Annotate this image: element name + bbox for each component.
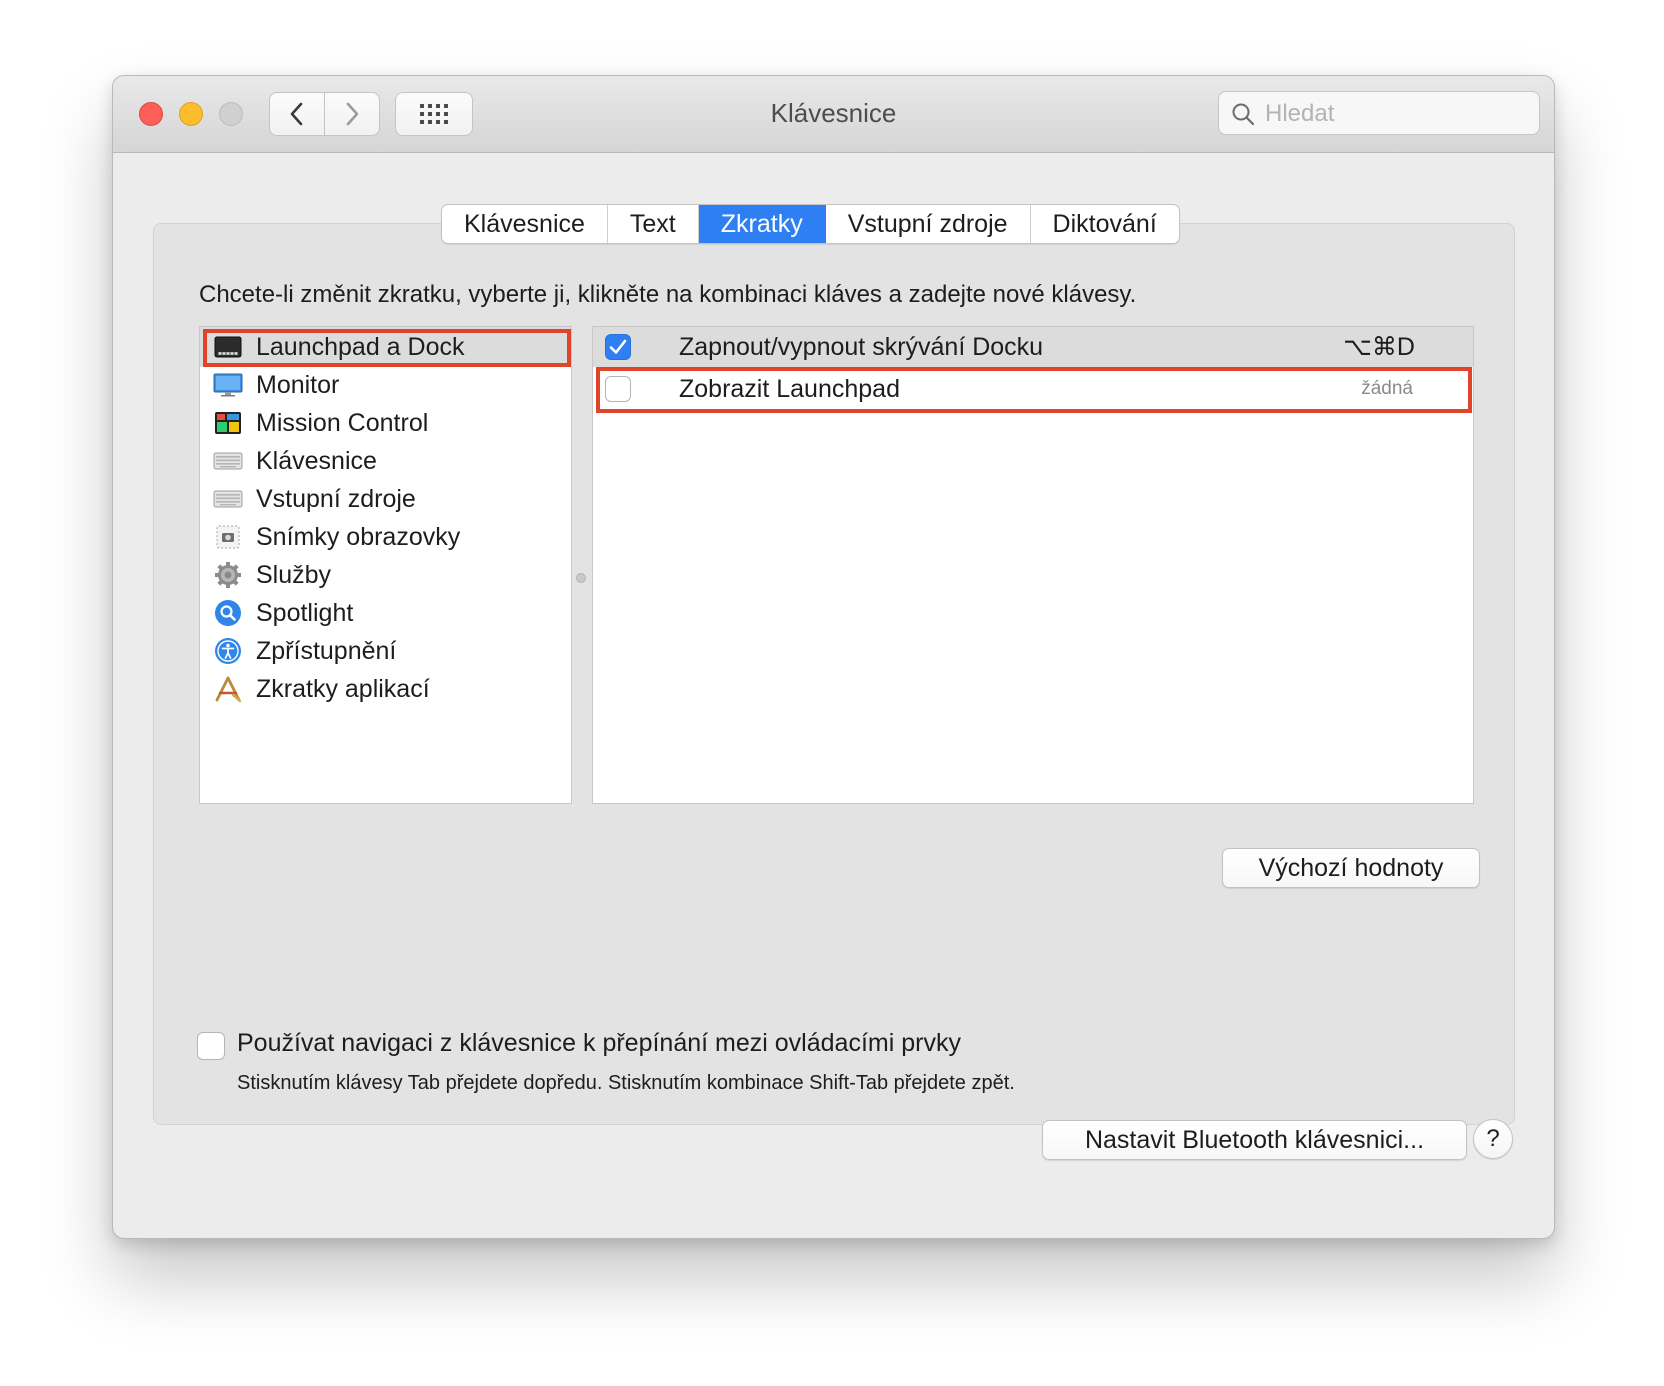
shortcut-row-toggle-dock-hiding[interactable]: Zapnout/vypnout skrývání Docku ⌥⌘D — [593, 327, 1473, 367]
screenshot-icon — [212, 524, 244, 550]
restore-defaults-button[interactable]: Výchozí hodnoty — [1222, 848, 1480, 888]
accessibility-icon — [212, 638, 244, 664]
shortcut-label: Zapnout/vypnout skrývání Docku — [679, 332, 1044, 361]
search-icon — [1232, 103, 1255, 126]
spotlight-icon — [212, 600, 244, 626]
services-gear-icon — [212, 562, 244, 588]
category-item-input-sources[interactable]: Vstupní zdroje — [200, 479, 571, 519]
app-shortcuts-icon — [212, 676, 244, 703]
tab-dictation[interactable]: Diktování — [1031, 205, 1179, 243]
category-label: Spotlight — [256, 598, 354, 627]
category-label: Mission Control — [256, 408, 429, 437]
category-label: Launchpad a Dock — [256, 332, 465, 361]
shortcut-enabled-checkbox[interactable] — [605, 376, 631, 402]
input-sources-icon — [212, 486, 244, 512]
category-label: Služby — [256, 560, 332, 589]
setup-bluetooth-keyboard-button[interactable]: Nastavit Bluetooth klávesnici... — [1042, 1120, 1467, 1160]
monitor-icon — [212, 372, 244, 398]
tab-text[interactable]: Text — [608, 205, 699, 243]
category-label: Vstupní zdroje — [256, 484, 416, 513]
category-item-services[interactable]: Služby — [200, 555, 571, 595]
shortcut-key[interactable]: ⌥⌘D — [1343, 332, 1415, 362]
keyboard-navigation-checkbox[interactable] — [197, 1032, 225, 1060]
category-label: Snímky obrazovky — [256, 522, 461, 551]
mission-control-icon — [212, 410, 244, 436]
category-label: Klávesnice — [256, 446, 377, 475]
tab-shortcuts[interactable]: Zkratky — [698, 205, 826, 243]
category-label: Zpřístupnění — [256, 636, 397, 665]
keyboard-navigation-help-text: Stisknutím klávesy Tab přejdete dopředu.… — [237, 1072, 1015, 1094]
split-view-handle[interactable] — [576, 573, 586, 583]
shortcut-list: Zapnout/vypnout skrývání Docku ⌥⌘D Zobra… — [592, 326, 1474, 804]
preferences-window: Klávesnice Klávesnice Text Zkratky Vstup… — [112, 75, 1555, 1239]
keyboard-icon — [212, 448, 244, 474]
category-item-mission-control[interactable]: Mission Control — [200, 403, 571, 443]
category-list: Launchpad a Dock Monitor Mission Control… — [199, 326, 572, 804]
checkmark-icon — [609, 339, 627, 354]
tab-keyboard[interactable]: Klávesnice — [442, 205, 608, 243]
category-item-keyboard[interactable]: Klávesnice — [200, 441, 571, 481]
shortcut-label: Zobrazit Launchpad — [679, 374, 900, 403]
launchpad-dock-icon — [212, 334, 244, 360]
category-item-accessibility[interactable]: Zpřístupnění — [200, 631, 571, 671]
search-input[interactable] — [1263, 98, 1527, 130]
shortcut-enabled-checkbox[interactable] — [605, 334, 631, 360]
category-item-screenshots[interactable]: Snímky obrazovky — [200, 517, 571, 557]
title-bar: Klávesnice — [113, 76, 1554, 153]
instructions-text: Chcete-li změnit zkratku, vyberte ji, kl… — [199, 281, 1137, 308]
category-item-app-shortcuts[interactable]: Zkratky aplikací — [200, 669, 571, 709]
help-button[interactable]: ? — [1473, 1119, 1513, 1159]
tab-input-sources[interactable]: Vstupní zdroje — [826, 205, 1031, 243]
category-item-launchpad-dock[interactable]: Launchpad a Dock — [200, 327, 571, 367]
category-item-monitor[interactable]: Monitor — [200, 365, 571, 405]
search-field[interactable] — [1218, 91, 1540, 135]
category-item-spotlight[interactable]: Spotlight — [200, 593, 571, 633]
category-label: Monitor — [256, 370, 340, 399]
keyboard-navigation-label[interactable]: Používat navigaci z klávesnice k přepíná… — [237, 1029, 961, 1058]
tab-bar: Klávesnice Text Zkratky Vstupní zdroje D… — [441, 204, 1180, 244]
shortcut-key[interactable]: žádná — [1361, 378, 1413, 400]
category-label: Zkratky aplikací — [256, 674, 430, 703]
shortcut-row-show-launchpad[interactable]: Zobrazit Launchpad žádná — [593, 369, 1473, 409]
